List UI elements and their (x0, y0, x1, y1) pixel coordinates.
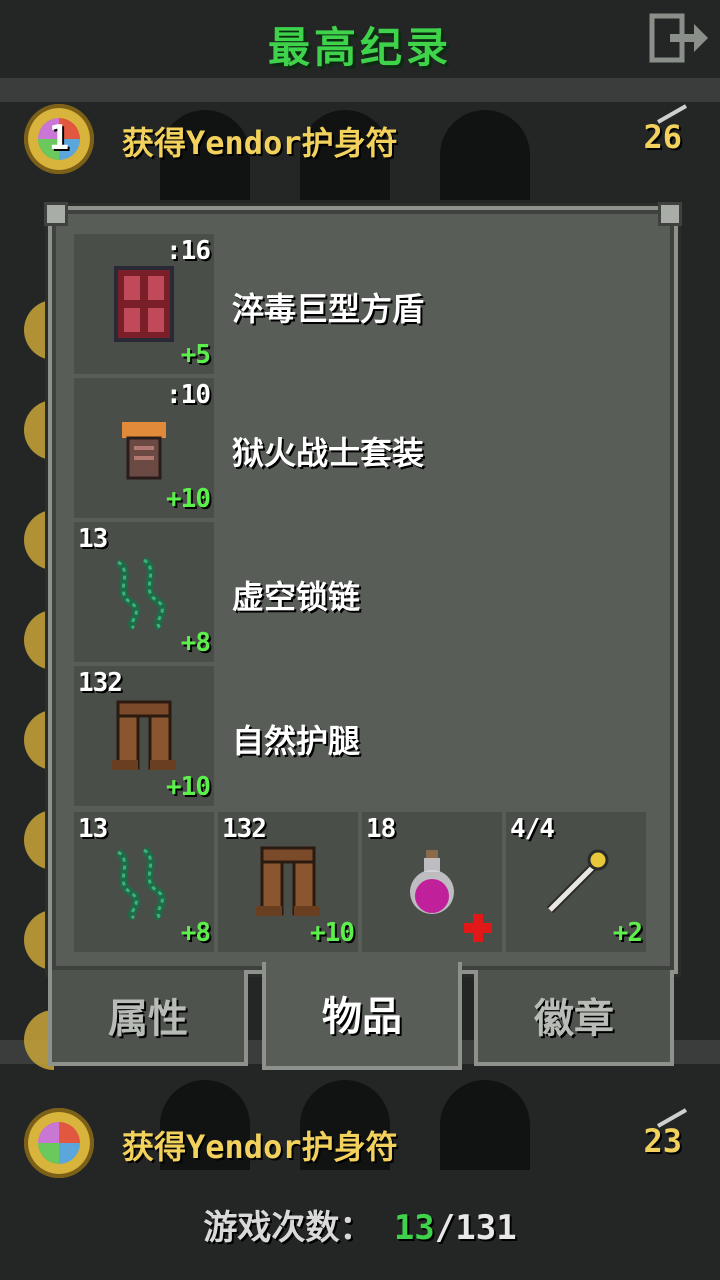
equipped-item-shield[interactable]: :16 +5 (74, 234, 214, 374)
tab-stats[interactable]: 属性 (48, 970, 248, 1066)
quickslot[interactable]: 4/4 +2 (506, 812, 646, 952)
equipped-item-artifact[interactable]: 13 +8 (74, 522, 214, 662)
quickslot-upgrade: +8 (180, 918, 211, 948)
quickslot[interactable]: 132 +10 (218, 812, 358, 952)
item-charge: 13 (78, 524, 108, 554)
record-row[interactable]: 获得Yendor护身符 23 (0, 1104, 720, 1184)
item-charge: 132 (78, 668, 123, 698)
item-durability: :10 (166, 380, 211, 410)
games-total-count: 131 (455, 1208, 517, 1248)
tab-items[interactable]: 物品 (262, 962, 462, 1070)
item-upgrade: +8 (180, 628, 211, 658)
quickslot[interactable]: 13 +8 (74, 812, 214, 952)
record-depth: 23 (643, 1122, 682, 1160)
armor-icon (122, 422, 166, 480)
record-row[interactable]: 1 获得Yendor护身符 26 (0, 100, 720, 180)
item-upgrade: +10 (166, 484, 211, 514)
record-description: 获得Yendor护身符 (122, 1128, 398, 1166)
quickslot-upgrade: +10 (310, 918, 355, 948)
heal-cross-icon (464, 914, 492, 942)
item-name: 狱火战士套装 (232, 434, 425, 472)
item-name: 虚空锁链 (232, 578, 361, 616)
quickslot-count: 132 (222, 814, 267, 844)
item-durability: :16 (166, 236, 211, 266)
wand-icon (546, 849, 609, 914)
leggings-icon (112, 700, 176, 770)
chain-icon (115, 846, 167, 922)
quickslot-charges: 4/4 (510, 814, 555, 844)
equipped-item-armor[interactable]: :10 +10 (74, 378, 214, 518)
quickslot-count: 13 (78, 814, 108, 844)
medal-icon (24, 1108, 94, 1178)
games-played-label: 游戏次数： (203, 1208, 374, 1248)
record-depth: 26 (643, 118, 682, 156)
item-upgrade: +5 (180, 340, 211, 370)
equipped-item-leggings[interactable]: 132 +10 (74, 666, 214, 806)
item-upgrade: +10 (166, 772, 211, 802)
exit-icon[interactable] (648, 12, 710, 64)
item-name: 自然护腿 (232, 722, 361, 760)
tower-shield-icon (114, 266, 174, 342)
medal-icon: 1 (24, 104, 94, 174)
quickslot-upgrade: +2 (612, 918, 643, 948)
games-won-count: 13 (393, 1208, 435, 1248)
chain-icon (115, 556, 167, 632)
page-title: 最高纪录 (267, 23, 452, 72)
item-name: 淬毒巨型方盾 (232, 290, 425, 328)
quickslot[interactable]: 18 (362, 812, 502, 952)
leggings-icon (256, 846, 320, 916)
potion-icon (410, 850, 454, 914)
tab-badges[interactable]: 徽章 (474, 970, 674, 1066)
quickslot-count: 18 (366, 814, 396, 844)
record-description: 获得Yendor护身符 (122, 124, 398, 162)
games-played: 游戏次数： 13/131 (203, 1208, 517, 1248)
record-rank: 1 (48, 118, 70, 158)
hero-info-dialog: :16 +5 淬毒巨型方盾 :10 +10 狱火战士套装 13 +8 虚空锁链 (44, 202, 682, 974)
